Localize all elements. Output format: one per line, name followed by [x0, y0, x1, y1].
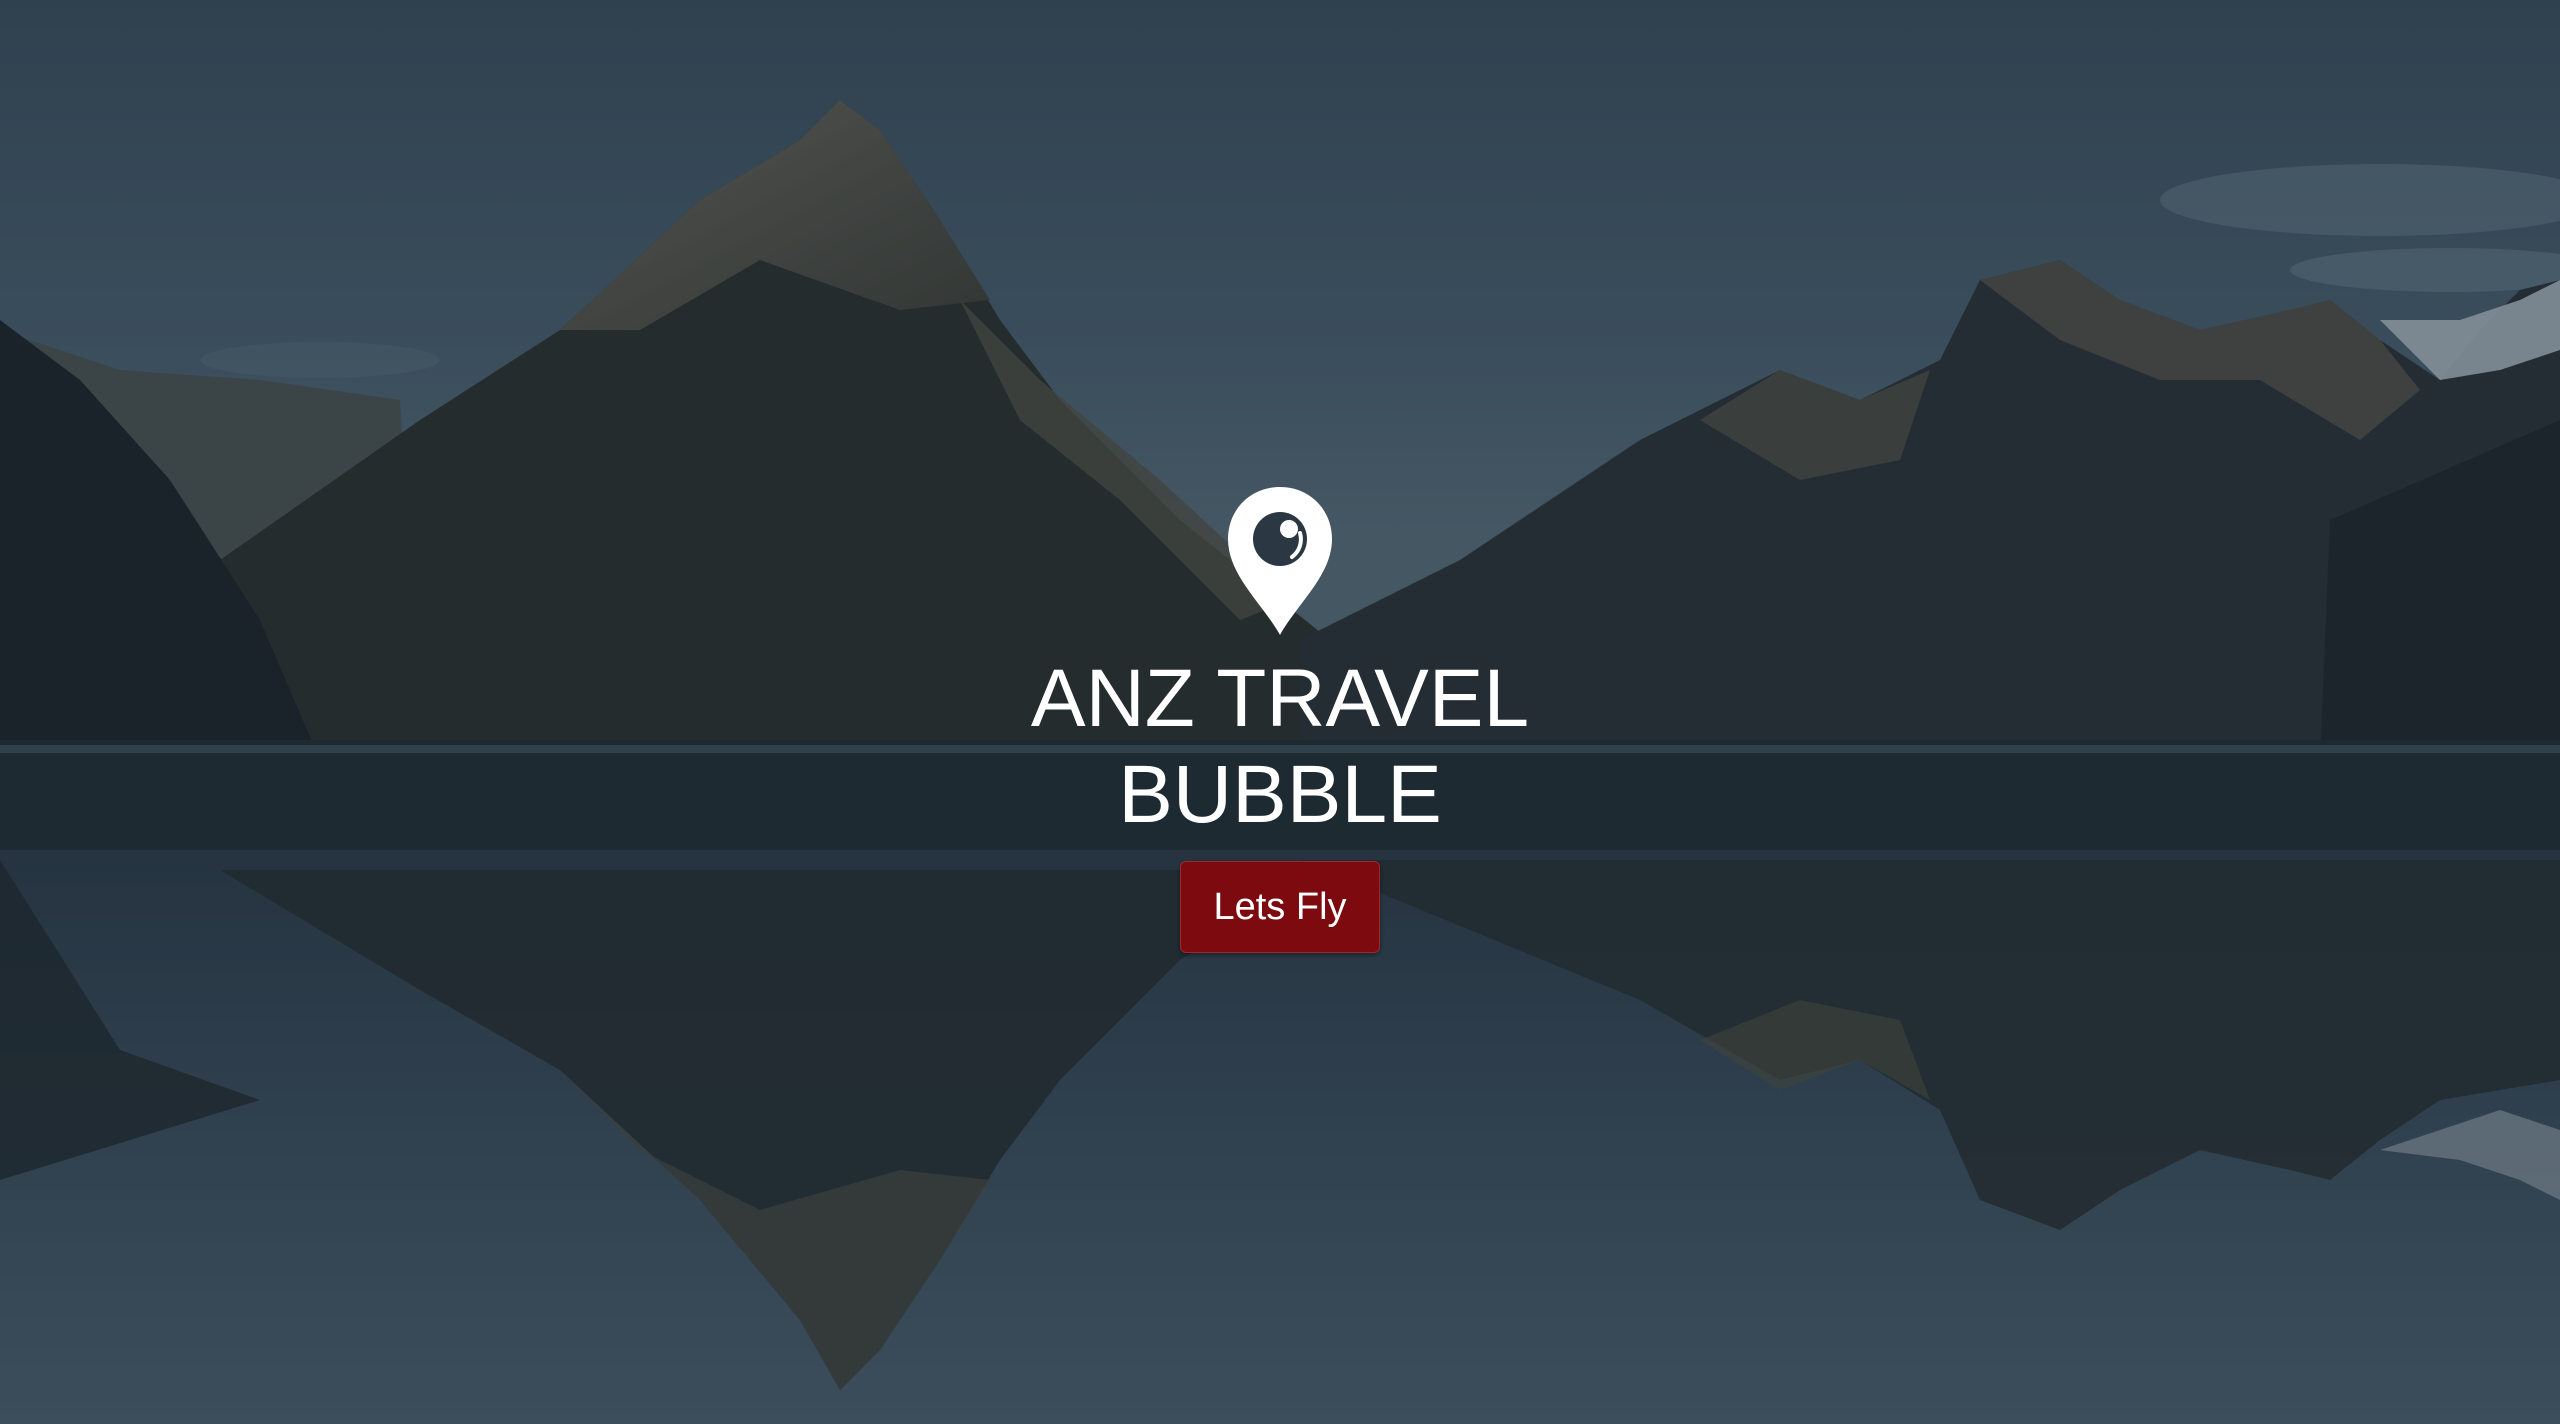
page-title: ANZ TRAVEL BUBBLE	[1031, 651, 1529, 843]
hero-content: ANZ TRAVEL BUBBLE Lets Fly	[0, 485, 2560, 953]
hero-section: ANZ TRAVEL BUBBLE Lets Fly	[0, 0, 2560, 1424]
map-pin-icon	[1228, 487, 1332, 635]
title-line-1: ANZ TRAVEL	[1030, 653, 1530, 744]
title-line-2: BUBBLE	[1118, 749, 1442, 840]
lets-fly-button[interactable]: Lets Fly	[1180, 861, 1380, 953]
